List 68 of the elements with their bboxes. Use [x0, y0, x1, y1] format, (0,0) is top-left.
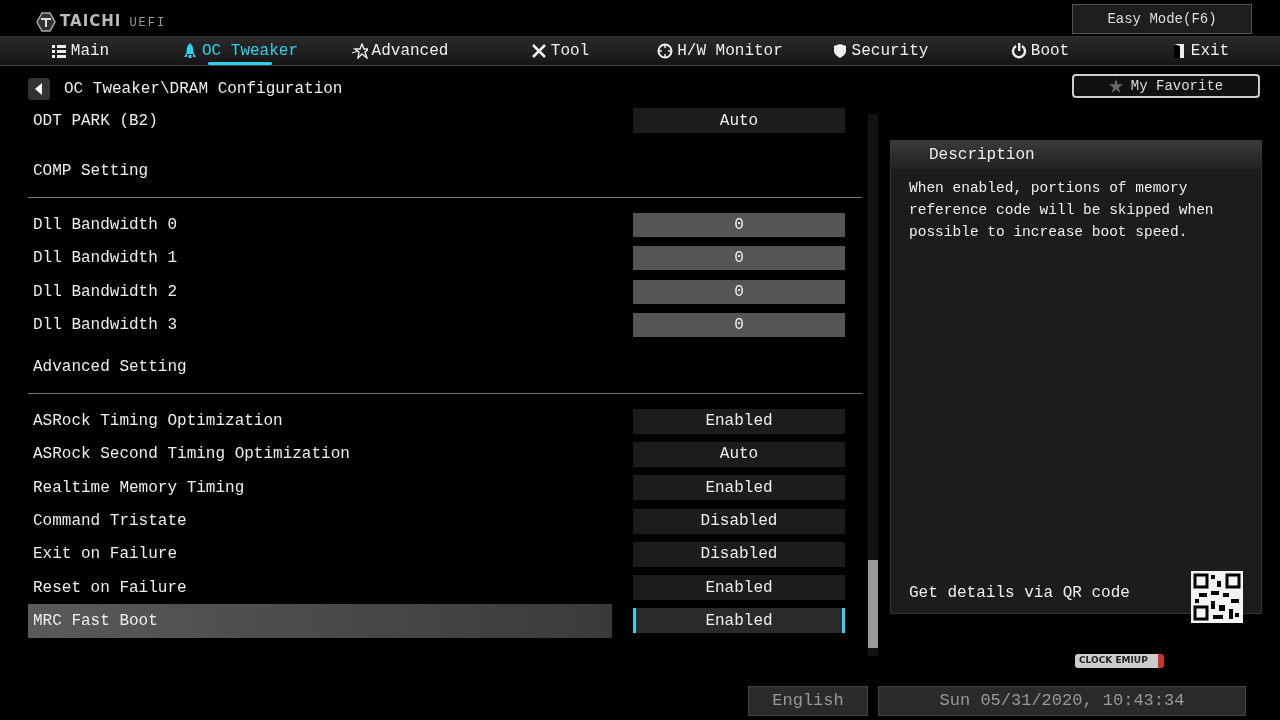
- crosshair-icon: [657, 43, 674, 59]
- menu-tab[interactable]: Boot: [960, 37, 1120, 65]
- logo-icon: [36, 12, 56, 33]
- setting-label: Reset on Failure: [33, 577, 188, 599]
- date-time: Sun 05/31/2020, 10:43:34: [878, 686, 1246, 716]
- qr-hint: Get details via QR code: [909, 583, 1130, 604]
- menu-tab[interactable]: OC Tweaker: [160, 37, 320, 65]
- qr-code-icon: [1191, 571, 1243, 623]
- option-value[interactable]: Disabled: [633, 508, 845, 534]
- menu-tab[interactable]: Advanced: [320, 37, 480, 65]
- value-field[interactable]: 0: [633, 312, 845, 337]
- setting-row[interactable]: Dll Bandwidth 3 0: [28, 308, 862, 342]
- option-value[interactable]: Disabled: [633, 541, 845, 567]
- star-icon: [351, 43, 368, 59]
- setting-label: MRC Fast Boot: [33, 610, 159, 632]
- setting-row[interactable]: Realtime Memory Timing Enabled: [28, 471, 862, 505]
- option-value[interactable]: Enabled: [633, 475, 845, 501]
- setting-label: Exit on Failure: [33, 544, 179, 566]
- section-heading: COMP Setting: [33, 161, 149, 183]
- setting-row[interactable]: Exit on Failure Disabled: [28, 537, 862, 571]
- option-value[interactable]: Enabled: [633, 608, 845, 634]
- star-icon: [1108, 79, 1123, 93]
- list-icon: [50, 43, 67, 59]
- setting-label: Realtime Memory Timing: [33, 477, 246, 499]
- value-field[interactable]: 0: [633, 279, 845, 304]
- badge-icon: [831, 43, 848, 59]
- setting-row[interactable]: Dll Bandwidth 2 0: [28, 274, 862, 309]
- setting-label: Command Tristate: [33, 511, 188, 532]
- back-button[interactable]: [28, 78, 50, 100]
- uefi-label: UEFI: [129, 15, 167, 33]
- setting-label: ASRock Timing Optimization: [33, 411, 284, 433]
- setting-row[interactable]: ASRock Timing Optimization Enabled: [28, 404, 862, 438]
- option-value[interactable]: Enabled: [633, 575, 845, 601]
- setting-row[interactable]: ASRock Second Timing Optimization Auto: [28, 437, 862, 472]
- setting-row[interactable]: Command Tristate Disabled: [28, 504, 862, 538]
- section-heading: Advanced Setting: [33, 357, 187, 379]
- language-button[interactable]: English: [748, 686, 868, 716]
- easy-mode-button[interactable]: Easy Mode(F6): [1072, 4, 1252, 34]
- menu-tab[interactable]: Main: [0, 37, 160, 65]
- option-value[interactable]: Enabled: [633, 408, 845, 434]
- setting-label: ASRock Second Timing Optimization: [33, 444, 351, 466]
- setting-label: ODT PARK (B2): [33, 110, 159, 132]
- setting-row[interactable]: Reset on Failure Enabled: [28, 570, 862, 605]
- menu-tab[interactable]: Exit: [1120, 37, 1280, 65]
- value-field[interactable]: 0: [633, 246, 845, 271]
- power-icon: [1010, 43, 1027, 59]
- rocket-icon: [182, 43, 198, 59]
- setting-row[interactable]: Dll Bandwidth 0 0: [28, 208, 862, 242]
- option-value[interactable]: Auto: [633, 108, 845, 134]
- breadcrumb: OC Tweaker\DRAM Configuration: [64, 79, 343, 100]
- menu-tab[interactable]: H/W Monitor: [640, 37, 800, 65]
- description-title: Description: [891, 141, 1261, 169]
- setting-row[interactable]: Dll Bandwidth 1 0: [28, 241, 862, 275]
- caret-icon: [34, 83, 44, 95]
- overclock-logo: CLOCK EMIUP: [1075, 654, 1164, 668]
- brand-logo-text: TAICHI: [60, 10, 122, 32]
- setting-label: Dll Bandwidth 1: [33, 248, 179, 270]
- menu-tab[interactable]: Tool: [480, 37, 640, 65]
- option-value[interactable]: Auto: [633, 441, 845, 467]
- menu-tab[interactable]: Security: [800, 37, 960, 65]
- setting-label: Dll Bandwidth 2: [33, 281, 179, 303]
- setting-label: Dll Bandwidth 0: [33, 214, 179, 236]
- description-text: When enabled, portions of memory reference code will be skipped when possible to increase boot speed.: [908, 179, 1215, 242]
- value-field[interactable]: 0: [633, 212, 845, 237]
- setting-row[interactable]: ODT PARK (B2) Auto: [28, 104, 862, 138]
- setting-label: Dll Bandwidth 3: [33, 314, 179, 336]
- my-favorite-button[interactable]: My Favorite: [1072, 74, 1260, 98]
- scrollbar[interactable]: [868, 114, 878, 656]
